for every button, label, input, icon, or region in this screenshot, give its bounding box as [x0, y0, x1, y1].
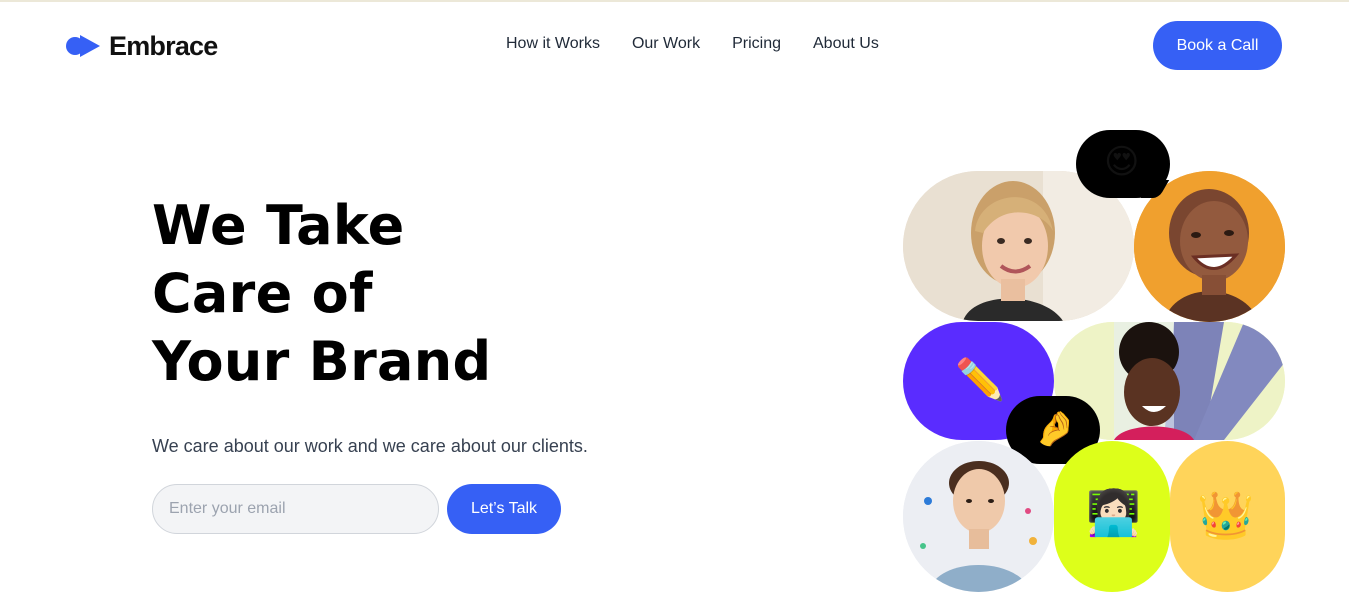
photo-young-man	[903, 441, 1054, 592]
hero-title: We Take Care of Your Brand	[152, 192, 572, 396]
technologist-icon: 👩🏻‍💻	[1086, 488, 1141, 539]
brand-logo[interactable]: Embrace	[66, 29, 218, 63]
brand-name: Embrace	[109, 30, 218, 61]
nav-pricing[interactable]: Pricing	[732, 35, 781, 53]
nav-how-it-works[interactable]: How it Works	[506, 35, 600, 53]
heart-eyes-icon: 😍	[1104, 142, 1140, 182]
person-illustration	[903, 441, 1054, 592]
hero-title-line: We Take	[152, 194, 405, 257]
crown-icon: 👑	[1197, 488, 1255, 542]
hero-title-line: Your Brand	[152, 330, 492, 393]
hero-title-line: Care of	[152, 262, 373, 325]
lets-talk-button[interactable]: Let’s Talk	[447, 484, 561, 534]
email-input[interactable]	[152, 484, 439, 534]
pinched-fingers-icon: 🤌	[1034, 409, 1077, 449]
pencil-icon: ✏️	[955, 357, 1005, 403]
main-nav: How it Works Our Work Pricing About Us	[506, 35, 879, 53]
nav-about-us[interactable]: About Us	[813, 35, 879, 53]
site-header: Embrace How it Works Our Work Pricing Ab…	[0, 2, 1349, 88]
hero-subtitle: We care about our work and we care about…	[152, 436, 588, 456]
book-a-call-button[interactable]: Book a Call	[1153, 21, 1282, 70]
logo-icon	[66, 34, 108, 58]
nav-our-work[interactable]: Our Work	[632, 35, 700, 53]
